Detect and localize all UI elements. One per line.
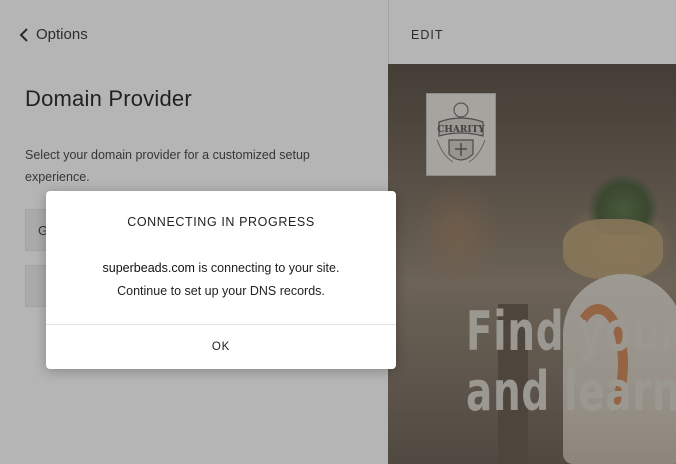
ok-button[interactable]: OK [46, 325, 396, 369]
dialog-title: CONNECTING IN PROGRESS [127, 215, 315, 229]
domain-name: superbeads.com [102, 261, 195, 275]
connecting-dialog: CONNECTING IN PROGRESS superbeads.com is… [46, 191, 396, 369]
dialog-message-line-2: Continue to set up your DNS records. [117, 284, 325, 298]
dialog-message-suffix: is connecting to your site. [194, 261, 340, 275]
dialog-message-line-1: superbeads.com is connecting to your sit… [46, 261, 396, 275]
